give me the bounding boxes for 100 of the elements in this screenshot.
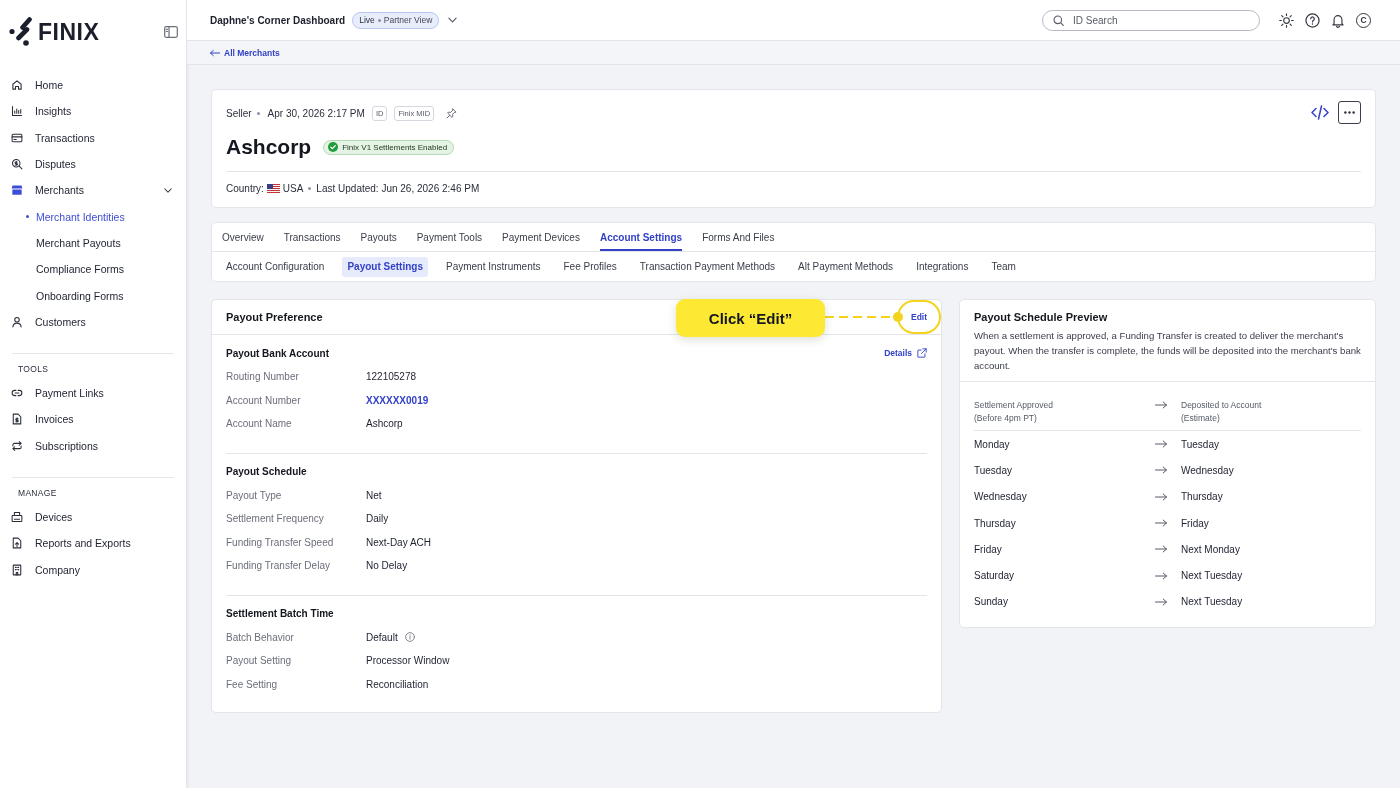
field-value: Daily bbox=[366, 513, 389, 525]
nav-item[interactable]: Devices bbox=[0, 503, 186, 531]
back-link[interactable]: All Merchants bbox=[210, 47, 280, 58]
section-title: Payout Schedule bbox=[226, 466, 307, 477]
sub-tab[interactable]: Transaction Payment Methods bbox=[634, 256, 781, 277]
section-heading: TOOLS bbox=[17, 362, 50, 376]
tab[interactable]: Payouts bbox=[360, 223, 397, 251]
field-value: No Delay bbox=[366, 560, 408, 572]
help-icon[interactable] bbox=[1305, 12, 1320, 28]
nav-item[interactable]: Home bbox=[0, 72, 186, 99]
tab[interactable]: Overview bbox=[222, 223, 264, 251]
column-subheading: (Before 4pm PT) bbox=[974, 412, 1038, 425]
table-cell-text: Thursday bbox=[974, 517, 1017, 529]
sub-tab[interactable]: Alt Payment Methods bbox=[793, 256, 899, 277]
tab[interactable]: Account Settings bbox=[599, 223, 683, 251]
nav-subitem[interactable]: Compliance Forms bbox=[0, 256, 186, 283]
table-cell-text: Sunday bbox=[974, 596, 1009, 608]
sub-tab[interactable]: Team bbox=[986, 256, 1021, 277]
arrow-left-icon bbox=[210, 48, 220, 57]
nav-item[interactable]: Subscriptions bbox=[0, 432, 186, 459]
country-label: Country: bbox=[226, 182, 264, 194]
arrow-right-icon bbox=[1155, 597, 1167, 606]
sub-tab[interactable]: Integrations bbox=[911, 256, 974, 277]
nav-subitem[interactable]: Onboarding Forms bbox=[0, 282, 186, 309]
table-cell-text: Friday bbox=[974, 543, 1003, 555]
field-value: Default bbox=[366, 631, 398, 643]
nav-item[interactable]: Payment Links bbox=[0, 379, 186, 407]
code-icon[interactable] bbox=[1311, 105, 1329, 120]
dashboard-title: Daphne's Corner Dashboard bbox=[210, 14, 346, 26]
bullet-icon bbox=[256, 111, 260, 115]
nav-item[interactable]: Company bbox=[0, 556, 186, 583]
bullet-icon bbox=[308, 186, 312, 190]
merchant-type: Seller bbox=[226, 107, 252, 119]
card-title: Payout Preference bbox=[226, 311, 323, 323]
sub-tab[interactable]: Payment Instruments bbox=[441, 256, 546, 277]
nav-item[interactable]: Merchants bbox=[0, 177, 186, 204]
section-title: Settlement Batch Time bbox=[226, 608, 334, 619]
nav-item[interactable]: Insights bbox=[0, 98, 186, 125]
tab[interactable]: Forms And Files bbox=[702, 223, 775, 251]
nav-item[interactable]: Invoices bbox=[0, 406, 186, 433]
field-label: Account Number bbox=[226, 394, 302, 406]
sidebar-toggle-icon[interactable] bbox=[164, 26, 178, 38]
field-label: Fee Setting bbox=[226, 678, 279, 690]
more-button[interactable] bbox=[1338, 101, 1361, 124]
field-value: 122105278 bbox=[366, 371, 417, 383]
description-text: When a settlement is approved, a Funding Transfer is created to deliver the merchant's payout. When the transfer is complete, the funds will be deposited into the merchant's bank account. bbox=[974, 329, 1361, 373]
chevron-down-icon[interactable] bbox=[448, 17, 458, 23]
logo-mark-icon bbox=[9, 17, 32, 46]
us-flag-icon bbox=[266, 183, 280, 193]
nav-subitem[interactable]: Merchant Identities bbox=[0, 203, 186, 230]
section-heading: MANAGE bbox=[17, 486, 58, 500]
environment-badge[interactable]: Live Partner View bbox=[352, 11, 440, 29]
tab[interactable]: Transactions bbox=[283, 223, 341, 251]
table-cell-text: Friday bbox=[1180, 517, 1210, 529]
column-subheading: (Estimate) bbox=[1181, 412, 1221, 425]
callout-tooltip: Click “Edit” bbox=[676, 299, 825, 337]
arrow-right-icon bbox=[1155, 466, 1167, 475]
sub-tab[interactable]: Fee Profiles bbox=[558, 256, 622, 277]
sub-tab[interactable]: Payout Settings bbox=[342, 256, 428, 277]
table-cell-text: Next Tuesday bbox=[1180, 596, 1244, 608]
status-label: Finix V1 Settlements Enabled bbox=[342, 142, 448, 152]
field-label: Batch Behavior bbox=[226, 631, 295, 643]
table-cell-text: Wednesday bbox=[974, 491, 1028, 503]
field-label: Payout Setting bbox=[226, 655, 293, 667]
table-cell-text: Monday bbox=[974, 438, 1011, 450]
nav-item[interactable]: Disputes bbox=[0, 150, 186, 178]
bullet-icon bbox=[377, 18, 381, 22]
more-icon bbox=[1344, 111, 1355, 114]
field-label: Funding Transfer Delay bbox=[226, 560, 331, 572]
details-link[interactable]: Details bbox=[884, 348, 927, 358]
table-cell-text: Saturday bbox=[974, 570, 1016, 582]
bell-icon[interactable] bbox=[1331, 12, 1345, 28]
account-number-link[interactable]: XXXXXX0019 bbox=[366, 394, 429, 406]
merchant-name: Ashcorp bbox=[226, 135, 312, 159]
nav-item[interactable]: Transactions bbox=[0, 124, 186, 151]
info-icon[interactable] bbox=[404, 632, 415, 643]
nav-subitem[interactable]: Merchant Payouts bbox=[0, 229, 186, 257]
field-label: Account Name bbox=[226, 418, 293, 430]
sun-icon[interactable] bbox=[1279, 12, 1294, 28]
nav-item[interactable]: Reports and Exports bbox=[0, 530, 186, 557]
table-cell-text: Next Tuesday bbox=[1180, 570, 1244, 582]
field-label: Funding Transfer Speed bbox=[226, 536, 335, 548]
arrow-right-icon bbox=[1155, 571, 1167, 580]
tab[interactable]: Payment Tools bbox=[416, 223, 483, 251]
created-date: Apr 30, 2026 2:17 PM bbox=[267, 107, 365, 119]
table-cell-text: Thursday bbox=[1180, 491, 1224, 503]
nav-item[interactable]: Customers bbox=[0, 308, 186, 335]
field-label: Payout Type bbox=[226, 489, 283, 501]
card-title: Payout Schedule Preview bbox=[974, 310, 1109, 325]
field-label: Routing Number bbox=[226, 371, 300, 383]
check-circle-icon bbox=[328, 142, 339, 152]
section-title: Payout Bank Account bbox=[226, 347, 329, 359]
search-field[interactable]: ID Search bbox=[1042, 9, 1260, 31]
bullet-icon bbox=[26, 215, 29, 219]
field-value: Ashcorp bbox=[366, 418, 403, 430]
table-cell-text: Next Monday bbox=[1180, 543, 1241, 555]
sub-tab[interactable]: Account Configuration bbox=[221, 256, 330, 277]
tab[interactable]: Payment Devices bbox=[502, 223, 580, 251]
pin-icon[interactable] bbox=[446, 107, 458, 119]
arrow-right-icon bbox=[1155, 519, 1167, 528]
